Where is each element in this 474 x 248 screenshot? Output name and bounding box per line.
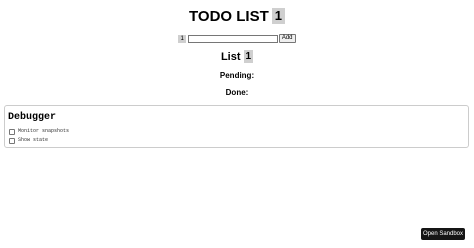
- list-heading: List 1: [0, 50, 474, 64]
- page: TODO LIST 1 1 Add List 1 Pending: Done: De…: [0, 0, 474, 248]
- pending-heading: Pending:: [219, 71, 255, 80]
- debugger-title: Debugger: [8, 112, 57, 123]
- monitor-snapshots-checkbox[interactable]: [9, 128, 15, 135]
- todo-count-badge: 1: [271, 8, 285, 24]
- monitor-snapshots-option[interactable]: Monitor snapshots: [9, 128, 69, 135]
- list-title: List: [220, 51, 241, 63]
- title-text: TODO LIST: [189, 8, 269, 25]
- show-state-option[interactable]: Show state: [9, 137, 48, 144]
- input-count-badge: 1: [178, 34, 186, 43]
- show-state-label: Show state: [18, 137, 49, 143]
- debugger-panel: Debugger Monitor snapshots Show state: [4, 105, 469, 148]
- open-sandbox-button[interactable]: Open Sandbox: [421, 228, 465, 240]
- todo-input[interactable]: [187, 34, 278, 43]
- monitor-snapshots-label: Monitor snapshots: [18, 128, 70, 134]
- add-todo-form: 1 Add: [0, 34, 474, 43]
- done-heading: Done:: [225, 88, 249, 97]
- show-state-checkbox[interactable]: [9, 137, 15, 144]
- list-count-badge: 1: [243, 50, 254, 63]
- app-title: TODO LIST 1: [0, 8, 474, 26]
- add-button[interactable]: Add: [278, 34, 296, 43]
